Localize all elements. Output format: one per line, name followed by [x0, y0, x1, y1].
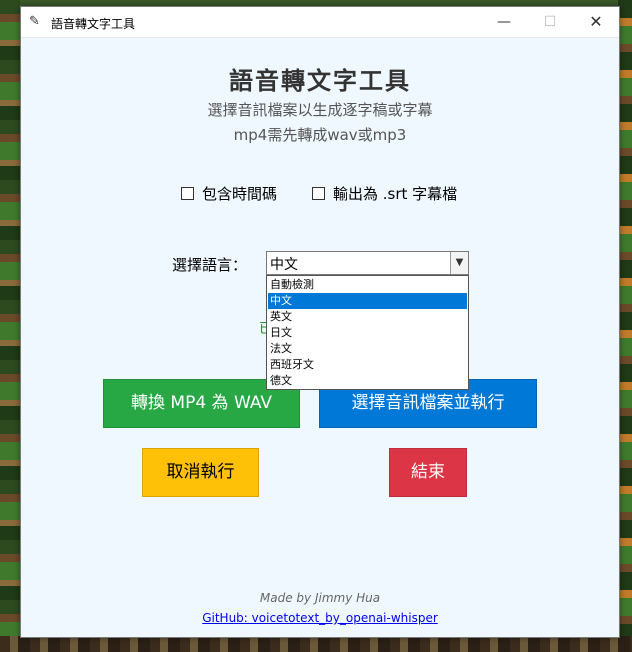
maximize-button[interactable]: ☐	[527, 7, 573, 37]
language-dropdown-list: 自動檢測 中文 英文 日文 法文 西班牙文 德文	[266, 275, 469, 390]
author-credit: Made by Jimmy Hua	[259, 591, 381, 605]
subtitle-line-2: mp4需先轉成wav或mp3	[233, 126, 407, 144]
cancel-button[interactable]: 取消執行	[142, 448, 259, 497]
checkbox-box[interactable]	[181, 186, 194, 200]
close-button[interactable]: ✕	[573, 7, 619, 37]
dropdown-option-auto[interactable]: 自動檢測	[268, 277, 467, 293]
minimize-button[interactable]: —	[481, 7, 527, 37]
timestamps-checkbox[interactable]: 包含時間碼	[181, 184, 278, 203]
language-select[interactable]: 中文 ▼	[266, 251, 469, 275]
subtitle-line-1: 選擇音訊檔案以生成逐字稿或字幕	[207, 101, 433, 119]
dropdown-option-french[interactable]: 法文	[268, 341, 467, 357]
desktop-background-left	[0, 0, 20, 652]
dropdown-option-german[interactable]: 德文	[268, 373, 467, 389]
srt-label: 輸出為 .srt 字幕檔	[333, 184, 458, 203]
srt-checkbox[interactable]: 輸出為 .srt 字幕檔	[312, 184, 458, 203]
page-title: 語音轉文字工具	[229, 67, 411, 95]
desktop-background-bottom	[0, 636, 632, 652]
dropdown-option-english[interactable]: 英文	[268, 309, 467, 325]
timestamps-label: 包含時間碼	[202, 184, 278, 203]
dropdown-option-spanish[interactable]: 西班牙文	[268, 357, 467, 373]
language-selected-value: 中文	[270, 257, 298, 273]
desktop-background-right	[618, 0, 632, 652]
dropdown-option-chinese[interactable]: 中文	[268, 293, 467, 309]
feather-icon: ✎	[29, 14, 40, 29]
chevron-down-icon[interactable]: ▼	[450, 252, 468, 274]
title-bar[interactable]: ✎ 語音轉文字工具 — ☐ ✕	[21, 7, 619, 38]
checkbox-box[interactable]	[312, 186, 325, 200]
dropdown-option-japanese[interactable]: 日文	[268, 325, 467, 341]
window-title: 語音轉文字工具	[51, 17, 136, 31]
github-link[interactable]: GitHub: voicetotext_by_openai-whisper	[21, 611, 619, 625]
main-content: 語音轉文字工具 選擇音訊檔案以生成逐字稿或字幕 mp4需先轉成wav或mp3 包…	[21, 38, 619, 637]
language-label: 選擇語言：	[172, 256, 248, 274]
exit-button[interactable]: 結束	[389, 448, 467, 497]
app-window: ✎ 語音轉文字工具 — ☐ ✕ 語音轉文字工具 選擇音訊檔案以生成逐字稿或字幕 …	[20, 6, 620, 638]
